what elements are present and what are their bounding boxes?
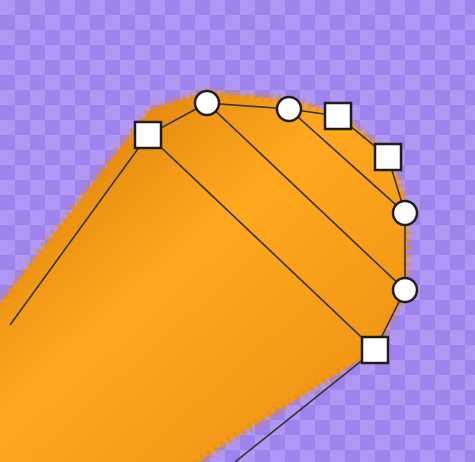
image-editor-canvas[interactable] xyxy=(0,0,475,462)
corner-handle-right[interactable] xyxy=(373,142,403,172)
corner-handle-top-right[interactable] xyxy=(323,101,353,131)
canvas-svg[interactable] xyxy=(0,0,475,462)
smooth-handle-top-2[interactable] xyxy=(275,95,303,123)
smooth-handle-right-1[interactable] xyxy=(391,199,419,227)
corner-handle-top-left[interactable] xyxy=(133,120,163,150)
corner-handle-bottom-right[interactable] xyxy=(360,335,390,365)
smooth-handle-top-1[interactable] xyxy=(193,89,221,117)
smooth-handle-right-2[interactable] xyxy=(391,276,419,304)
